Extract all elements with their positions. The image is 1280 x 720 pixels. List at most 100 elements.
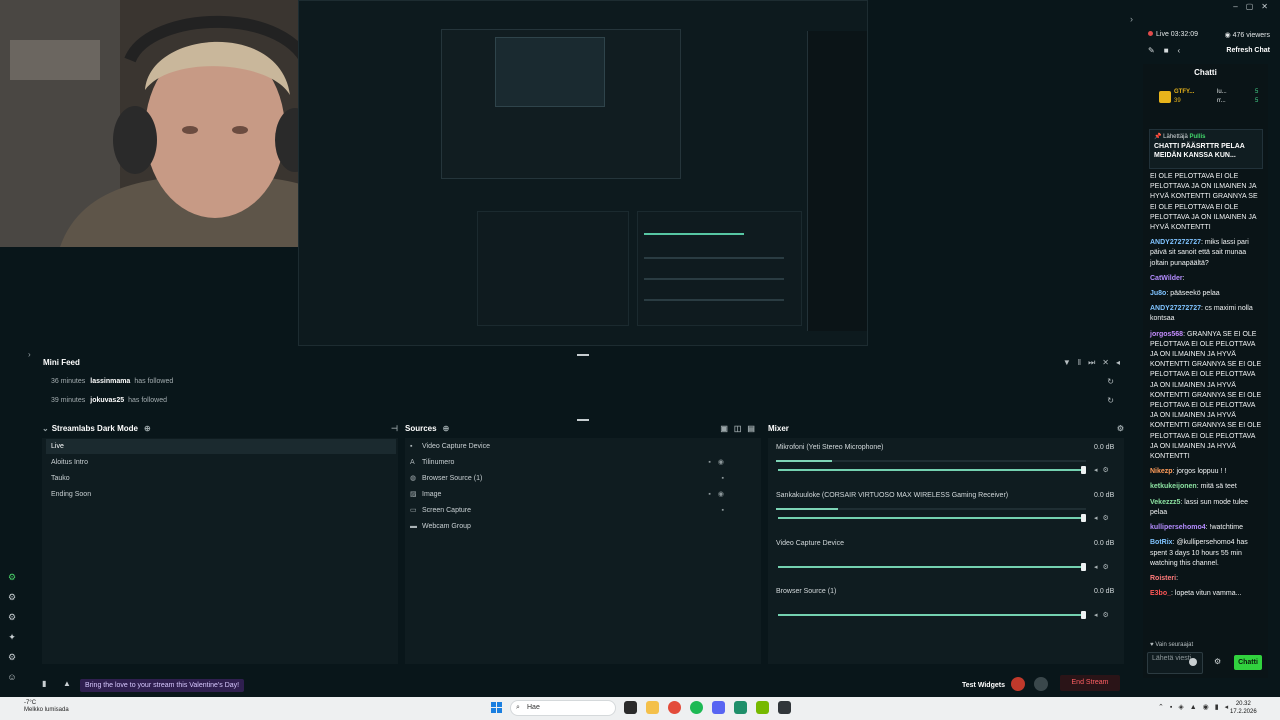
scene-item[interactable]: Live bbox=[46, 439, 396, 454]
fader-knob[interactable] bbox=[1081, 466, 1086, 474]
browser-icon[interactable] bbox=[668, 701, 681, 714]
add-scene-icon[interactable]: ⊕ bbox=[144, 424, 151, 433]
chat-message[interactable]: Nikezp: jorgos loppuu ! ! bbox=[1150, 467, 1264, 477]
window-controls[interactable]: –▢✕ bbox=[1233, 2, 1276, 11]
fader-knob[interactable] bbox=[1081, 563, 1086, 571]
chat-username[interactable]: ANDY27272727 bbox=[1150, 305, 1201, 312]
volume-fader[interactable] bbox=[778, 466, 1086, 474]
chat-username[interactable]: BotRix bbox=[1150, 539, 1173, 546]
refresh-chat-button[interactable]: Refresh Chat bbox=[1226, 47, 1270, 54]
test-widgets-button[interactable]: Test Widgets bbox=[962, 679, 1005, 692]
chat-settings-icon[interactable]: ⚙ bbox=[1214, 657, 1221, 666]
repeat-alert-icon[interactable]: ↻ bbox=[1107, 396, 1114, 405]
scene-collection-title[interactable]: Streamlabs Dark Mode bbox=[52, 424, 138, 433]
lock-icon[interactable]: ▪ bbox=[722, 471, 731, 486]
file-explorer-icon[interactable] bbox=[646, 701, 659, 714]
chat-username[interactable]: ANDY27272727 bbox=[1150, 239, 1201, 246]
volume-fader[interactable] bbox=[778, 563, 1086, 571]
chat-username[interactable]: ketkukeijonen bbox=[1150, 483, 1197, 490]
app-icon[interactable] bbox=[734, 701, 747, 714]
chat-message[interactable]: CatWilder: bbox=[1150, 274, 1264, 284]
chevron-down-icon[interactable]: ⌄ bbox=[42, 424, 49, 433]
chat-message[interactable]: EI OLE PELOTTAVA EI OLE PELOTTAVA JA ON … bbox=[1150, 172, 1264, 233]
edit-icon[interactable]: ✎ bbox=[1148, 46, 1164, 55]
chat-message[interactable]: ANDY27272727: cs maximi nolla kontsaa bbox=[1150, 304, 1264, 324]
scene-item[interactable]: Tauko bbox=[46, 471, 396, 486]
fader-knob[interactable] bbox=[1081, 514, 1086, 522]
chat-message[interactable]: jorgos568: GRANNYA SE EI OLE PELOTTAVA E… bbox=[1150, 330, 1264, 463]
source-item[interactable]: ▪ Video Capture Device bbox=[410, 439, 755, 454]
emoji-icon[interactable] bbox=[1189, 658, 1197, 666]
weather-widget[interactable]: -7°C Melkko lumisada bbox=[24, 700, 69, 714]
mute-settings-icons[interactable]: ◂⚙ bbox=[1094, 563, 1114, 571]
mute-settings-icons[interactable]: ◂⚙ bbox=[1094, 466, 1114, 474]
source-item[interactable]: ▨ Image ▪◉ bbox=[410, 487, 755, 502]
chat-message[interactable]: Roisteri: bbox=[1150, 574, 1264, 584]
taskbar-clock[interactable]: 20.32 17.2.2026 bbox=[1230, 700, 1257, 716]
add-source-icon[interactable]: ⊕ bbox=[443, 424, 450, 433]
send-chat-button[interactable]: Chatti bbox=[1234, 655, 1262, 670]
mute-settings-icons[interactable]: ◂⚙ bbox=[1094, 514, 1114, 522]
nvidia-icon[interactable] bbox=[756, 701, 769, 714]
source-item[interactable]: A Tilinumero ▪◉ bbox=[410, 455, 755, 470]
source-item[interactable]: ◍ Browser Source (1) ▪ bbox=[410, 471, 755, 486]
chat-message[interactable]: kullipersehomo4: !watchtime bbox=[1150, 523, 1264, 533]
scene-item[interactable]: Aloitus Intro bbox=[46, 455, 396, 470]
end-stream-button[interactable]: End Stream bbox=[1060, 675, 1120, 691]
camera-icon[interactable]: ■ bbox=[1164, 46, 1178, 55]
chat-message[interactable]: Ju8o: pääseekö pelaa bbox=[1150, 289, 1264, 299]
fader-knob[interactable] bbox=[1081, 611, 1086, 619]
stats-icon[interactable]: ▮ bbox=[42, 679, 46, 688]
lock-visibility-icon[interactable]: ▪◉ bbox=[708, 455, 731, 470]
themes-icon[interactable]: ⚙ bbox=[7, 592, 17, 602]
chat-username[interactable]: Nikezp bbox=[1150, 468, 1173, 475]
chat-message[interactable]: ketkukeijonen: mitä sä teet bbox=[1150, 482, 1264, 492]
pause-icon[interactable]: ‖ bbox=[1078, 358, 1081, 368]
filter-icon[interactable]: ▼ bbox=[1063, 358, 1071, 368]
skip-icon[interactable]: ⏭ bbox=[1088, 358, 1095, 368]
chat-username[interactable]: E3bo_ bbox=[1150, 590, 1171, 597]
expand-left-icon[interactable]: › bbox=[28, 350, 31, 359]
chat-username[interactable]: kullipersehomo4 bbox=[1150, 524, 1206, 531]
chat-message[interactable]: Vekezzz5: lassi sun mode tulee pelaa bbox=[1150, 498, 1264, 518]
chat-username[interactable]: CatWilder bbox=[1150, 275, 1183, 282]
lock-icon[interactable]: ▪ bbox=[722, 503, 731, 518]
chat-username[interactable]: jorgos568 bbox=[1150, 331, 1183, 338]
volume-fader[interactable] bbox=[778, 611, 1086, 619]
source-item[interactable]: ▬ Webcam Group bbox=[410, 519, 755, 534]
scene-item[interactable]: Ending Soon bbox=[46, 487, 396, 502]
windows-start-icon[interactable] bbox=[491, 702, 502, 713]
studio-icon[interactable]: ⚙ bbox=[7, 572, 17, 582]
chat-username[interactable]: Vekezzz5 bbox=[1150, 499, 1180, 506]
chat-message[interactable]: E3bo_: lopeta vitun vamma... bbox=[1150, 589, 1264, 599]
collapse-right-icon[interactable]: › bbox=[1130, 14, 1133, 24]
tools-icon[interactable]: ✦ bbox=[7, 632, 17, 642]
lock-visibility-icon[interactable]: ▪◉ bbox=[708, 487, 731, 502]
chat-username[interactable]: Ju8o bbox=[1150, 290, 1166, 297]
source-item[interactable]: ▭ Screen Capture ▪ bbox=[410, 503, 755, 518]
chat-message[interactable]: ANDY27272727: miks lassi pari päivä sit … bbox=[1150, 238, 1264, 269]
mute-settings-icons[interactable]: ◂⚙ bbox=[1094, 611, 1114, 619]
repeat-alert-icon[interactable]: ↻ bbox=[1107, 377, 1114, 386]
scene-transition-icon[interactable]: ⊣ bbox=[391, 424, 398, 433]
taskbar-search[interactable]: ⌕ Hae bbox=[510, 700, 616, 716]
volume-fader[interactable] bbox=[778, 514, 1086, 522]
widgets-icon[interactable]: ⚙ bbox=[7, 612, 17, 622]
chat-username[interactable]: Roisteri bbox=[1150, 575, 1176, 582]
system-tray[interactable]: ⌃▪◈▲◉▮◂ bbox=[1158, 703, 1234, 711]
replay-buffer-button[interactable] bbox=[1034, 677, 1048, 691]
alert-icon[interactable]: ▲ bbox=[63, 679, 71, 688]
discord-icon[interactable] bbox=[712, 701, 725, 714]
mute-icon[interactable]: ✕ bbox=[1102, 358, 1109, 368]
settings-icon[interactable]: ⚙ bbox=[7, 652, 17, 662]
valentine-banner[interactable]: Bring the love to your stream this Valen… bbox=[80, 679, 245, 692]
volume-icon[interactable]: ◂ bbox=[1116, 358, 1120, 368]
record-button[interactable] bbox=[1011, 677, 1025, 691]
pinned-message[interactable]: 📌 Lähettäjä Pullis CHATTI PÄÄSRTTR PELAA… bbox=[1149, 129, 1263, 169]
spotify-icon[interactable] bbox=[690, 701, 703, 714]
mixer-settings-icon[interactable]: ⚙ bbox=[1117, 424, 1124, 433]
task-view-icon[interactable] bbox=[624, 701, 637, 714]
share-icon[interactable]: ‹ bbox=[1178, 46, 1190, 55]
chat-message[interactable]: BotRix: @kullipersehomo4 has spent 3 day… bbox=[1150, 538, 1264, 569]
source-tools-icon[interactable]: ▣◫▤ bbox=[720, 424, 761, 433]
